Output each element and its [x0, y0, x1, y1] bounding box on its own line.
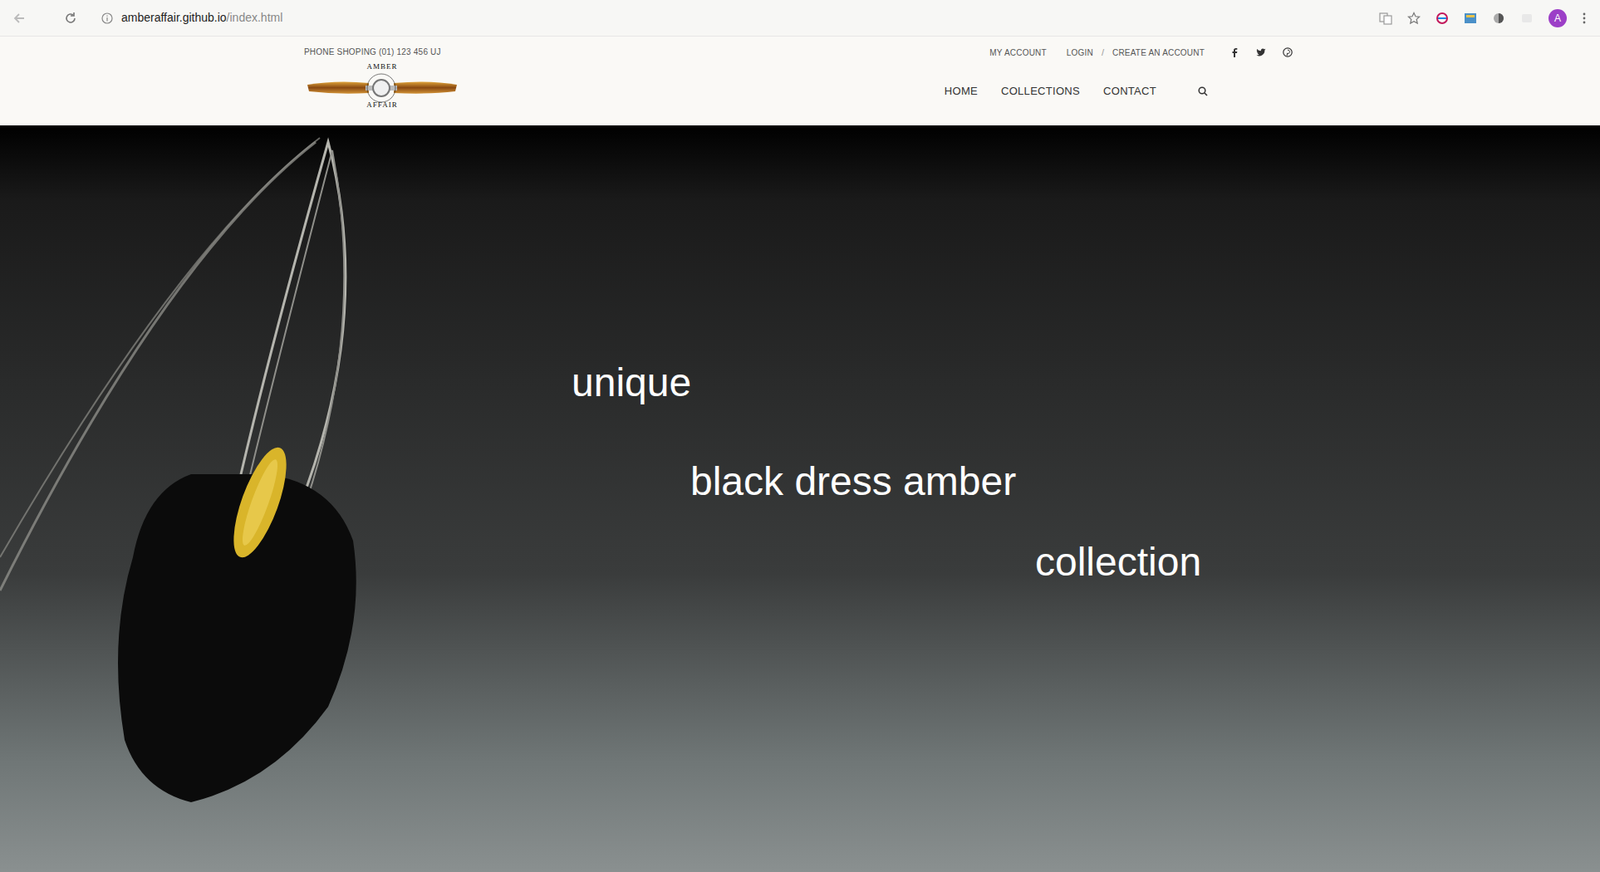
pinterest-icon[interactable] — [1282, 47, 1293, 58]
site-header: PHONE SHOPING (01) 123 456 UJ AMBER AFFAIR… — [0, 36, 1600, 126]
browser-toolbar: amberaffair.github.io/index.html A — [0, 0, 1600, 37]
url-path: /index.html — [226, 9, 284, 27]
logo-top-text: AMBER — [365, 62, 399, 71]
profile-avatar[interactable]: A — [1548, 9, 1567, 28]
nav-link[interactable]: HOME — [944, 83, 978, 100]
nav-link[interactable]: COLLECTIONS — [1001, 83, 1080, 100]
menu-icon[interactable] — [1581, 11, 1587, 25]
hero-banner: unique black dress amber collection — [0, 125, 1600, 872]
star-icon[interactable] — [1407, 11, 1421, 25]
account-row: MY ACCOUNT LOGIN / CREATE AN ACCOUNT — [989, 44, 1293, 61]
separator: / — [1101, 45, 1105, 60]
account-link[interactable]: CREATE AN ACCOUNT — [1112, 46, 1205, 59]
back-icon[interactable] — [11, 10, 27, 26]
url-host: amberaffair.github.io — [121, 9, 227, 27]
browser-tools: A — [1379, 9, 1587, 28]
hero-text: black dress amber — [690, 458, 1016, 506]
pendant-photo — [0, 125, 516, 872]
phone-number: PHONE SHOPING (01) 123 456 UJ — [304, 46, 461, 59]
address-bar[interactable]: amberaffair.github.io/index.html — [101, 9, 1380, 27]
reload-icon[interactable] — [63, 10, 79, 26]
header-left: PHONE SHOPING (01) 123 456 UJ AMBER AFFAIR — [304, 44, 461, 108]
logo[interactable]: AMBER AFFAIR — [304, 64, 461, 108]
header-inner: PHONE SHOPING (01) 123 456 UJ AMBER AFFAIR… — [304, 36, 1293, 108]
hero-text: unique — [571, 359, 692, 407]
main-nav: HOME COLLECTIONS CONTACT — [944, 83, 1293, 100]
extension-icon[interactable] — [1492, 11, 1506, 25]
social-links — [1229, 47, 1293, 58]
translate-icon[interactable] — [1379, 11, 1393, 25]
account-link[interactable]: MY ACCOUNT — [989, 46, 1047, 59]
search-icon[interactable] — [1197, 86, 1208, 97]
extension-icon[interactable] — [1463, 11, 1478, 25]
extension-icon[interactable] — [1520, 11, 1534, 25]
nav-link[interactable]: CONTACT — [1103, 83, 1157, 100]
extension-icon[interactable] — [1435, 11, 1449, 25]
header-right: MY ACCOUNT LOGIN / CREATE AN ACCOUNT HOME COL… — [944, 44, 1293, 108]
logo-bottom-text: AFFAIR — [363, 100, 401, 109]
facebook-icon[interactable] — [1229, 47, 1240, 58]
account-link[interactable]: LOGIN — [1066, 46, 1094, 59]
avatar-letter: A — [1554, 10, 1561, 26]
hero-text: collection — [1035, 539, 1202, 586]
twitter-icon[interactable] — [1256, 47, 1267, 58]
info-icon[interactable] — [101, 12, 113, 25]
